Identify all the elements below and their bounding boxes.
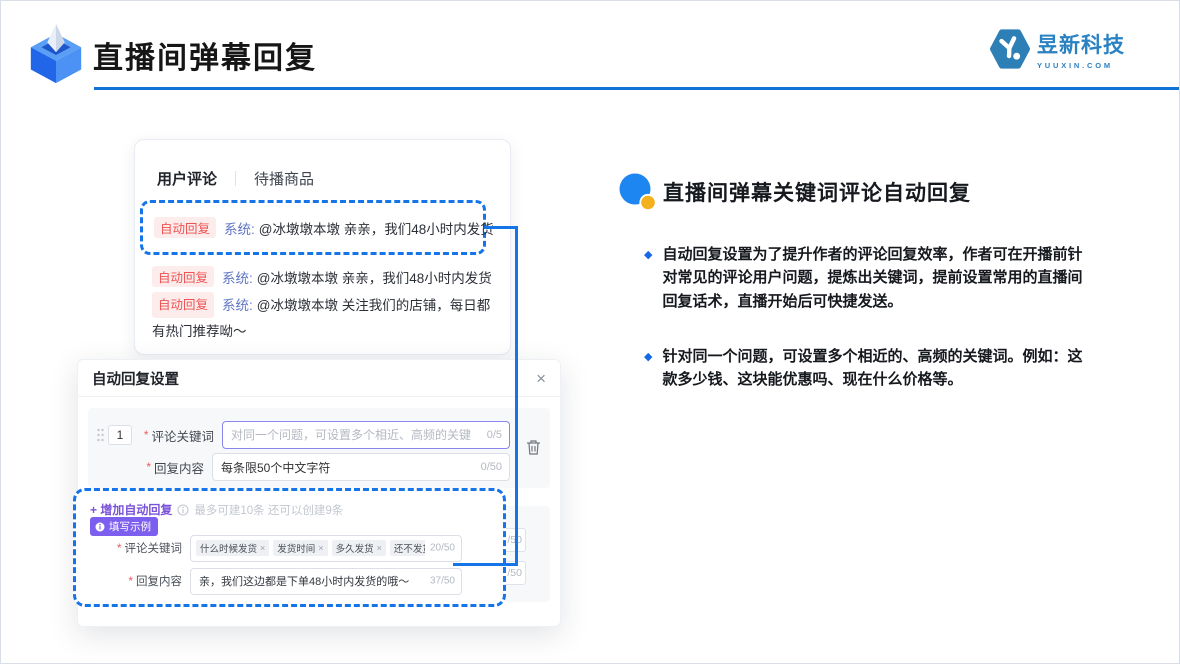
- example-keyword-counter: 20/50: [429, 542, 455, 554]
- header-underline: [94, 87, 1179, 90]
- reply-input[interactable]: [213, 460, 509, 474]
- example-keyword-label: 评论关键词: [124, 543, 183, 555]
- keyword-tag: 多久发货 ×: [331, 540, 386, 556]
- reply-field: 0/50: [212, 453, 510, 481]
- reply-label: 回复内容: [153, 461, 204, 476]
- add-auto-reply-button[interactable]: + 增加自动回复: [90, 501, 172, 518]
- example-reply-field: 37/50: [190, 567, 462, 595]
- comment-sender: 系统:: [222, 271, 253, 286]
- drag-handle-icon[interactable]: [96, 427, 106, 443]
- company-logo-text: 昱新科技 YUUXIN.COM: [1037, 29, 1125, 70]
- auto-reply-rule-section: 1 *评论关键词 0/5 *回复内容 0/50: [88, 408, 550, 488]
- comment-row-3: 自动回复 系统: @冰墩墩本墩 关注我们的店铺，每日都有热门推荐呦～: [152, 292, 492, 346]
- keyword-field: 0/5: [222, 421, 510, 449]
- comments-tabs: 用户评论 待播商品: [157, 168, 314, 189]
- example-keyword-field[interactable]: 什么时候发货× 发货时间× 多久发货× 还不发货× 20/50: [190, 534, 462, 562]
- rule-index: 1: [108, 425, 132, 445]
- highlight-box-example: + 增加自动回复 最多可建10条 还可以创建9条 填写示例 * 评论关键词 什么时…: [73, 488, 506, 607]
- keyword-tag: 发货时间 ×: [273, 540, 328, 556]
- tag-remove-icon[interactable]: ×: [377, 543, 382, 553]
- connector-line-bottom: [453, 563, 518, 566]
- keyword-counter: 0/5: [486, 429, 502, 441]
- comment-sender: 系统:: [222, 298, 253, 313]
- tag-remove-icon[interactable]: ×: [318, 543, 323, 553]
- company-name: 昱新科技: [1037, 34, 1125, 57]
- required-mark: *: [143, 428, 149, 442]
- required-mark: *: [116, 541, 122, 555]
- modal-title: 自动回复设置: [92, 371, 179, 388]
- info-bullet-1: ◆ 自动回复设置为了提升作者的评论回复效率，作者可在开播前针对常见的评论用户问题…: [644, 243, 1144, 313]
- keyword-form-row: 1 *评论关键词 0/5: [96, 421, 510, 449]
- reply-counter: 0/50: [480, 461, 502, 473]
- close-icon[interactable]: ×: [536, 370, 546, 387]
- connector-line-top: [484, 226, 518, 229]
- tag-remove-icon[interactable]: ×: [260, 543, 265, 553]
- auto-reply-badge: 自动回复: [154, 217, 217, 238]
- page-title: 直播间弹幕回复: [93, 42, 317, 75]
- add-auto-reply-hint: 最多可建10条 还可以创建9条: [194, 504, 344, 517]
- keyword-label: 评论关键词: [151, 429, 214, 444]
- comment-row-1: 自动回复 系统: @冰墩墩本墩 亲亲，我们48小时内发货: [154, 217, 494, 238]
- add-auto-reply-row: + 增加自动回复 最多可建10条 还可以创建9条: [90, 501, 343, 518]
- company-domain: YUUXIN.COM: [1037, 61, 1113, 70]
- auto-reply-badge: 自动回复: [152, 266, 215, 287]
- diamond-bullet-icon: ◆: [644, 351, 653, 363]
- keyword-tag: 什么时候发货 ×: [196, 540, 270, 556]
- example-reply-counter: 37/50: [429, 575, 455, 587]
- diamond-bullet-icon: ◆: [644, 249, 653, 261]
- tab-user-comments[interactable]: 用户评论: [157, 168, 217, 189]
- tab-pending-products[interactable]: 待播商品: [254, 168, 314, 189]
- info-circle-icon: [177, 503, 189, 516]
- page: 直播间弹幕回复 昱新科技 YUUXIN.COM 用户评论 待播商品 自动回复 系统…: [0, 0, 1180, 664]
- connector-line-vertical: [515, 226, 518, 566]
- bullet-text: 针对同一个问题，可设置多个相近的、高频的关键词。例如：这款多少钱、这块能优惠吗、…: [662, 348, 1083, 389]
- example-reply-label: 回复内容: [136, 576, 182, 588]
- company-logo-icon: [989, 29, 1031, 69]
- cube-logo-icon: [30, 23, 82, 84]
- required-mark: *: [146, 460, 151, 474]
- comment-sender: 系统:: [224, 222, 255, 237]
- info-filled-icon: [95, 522, 105, 531]
- comment-text: @冰墩墩本墩 亲亲，我们48小时内发货: [256, 271, 492, 286]
- tab-divider: [235, 171, 237, 186]
- comment-text: @冰墩墩本墩 亲亲，我们48小时内发货: [258, 222, 494, 237]
- example-reply-row: *回复内容 37/50: [84, 567, 469, 595]
- info-heading: 直播间弹幕关键词评论自动回复: [663, 182, 971, 205]
- example-badge-label: 填写示例: [109, 521, 151, 533]
- example-reply-input[interactable]: [191, 575, 461, 587]
- example-keyword-row: *评论关键词 什么时候发货× 发货时间× 多久发货× 还不发货× 20/50: [84, 534, 469, 562]
- keyword-tags: 什么时候发货× 发货时间× 多久发货× 还不发货×: [191, 540, 425, 556]
- comment-row-2: 自动回复 系统: @冰墩墩本墩 亲亲，我们48小时内发货: [152, 266, 492, 287]
- modal-header: 自动回复设置 ×: [78, 360, 560, 397]
- highlight-box-comment: 自动回复 系统: @冰墩墩本墩 亲亲，我们48小时内发货: [140, 200, 494, 255]
- auto-reply-badge: 自动回复: [152, 292, 215, 319]
- chat-bubble-icon: [619, 173, 657, 212]
- delete-rule-icon[interactable]: [526, 439, 541, 461]
- keyword-input[interactable]: [223, 428, 509, 442]
- bullet-text: 自动回复设置为了提升作者的评论回复效率，作者可在开播前针对常见的评论用户问题，提…: [662, 246, 1083, 310]
- required-mark: *: [128, 574, 133, 588]
- reply-form-row: *回复内容 0/50: [96, 453, 510, 481]
- info-bullet-2: ◆ 针对同一个问题，可设置多个相近的、高频的关键词。例如：这款多少钱、这块能优惠…: [644, 345, 1144, 392]
- keyword-tag: 还不发货×: [389, 540, 425, 556]
